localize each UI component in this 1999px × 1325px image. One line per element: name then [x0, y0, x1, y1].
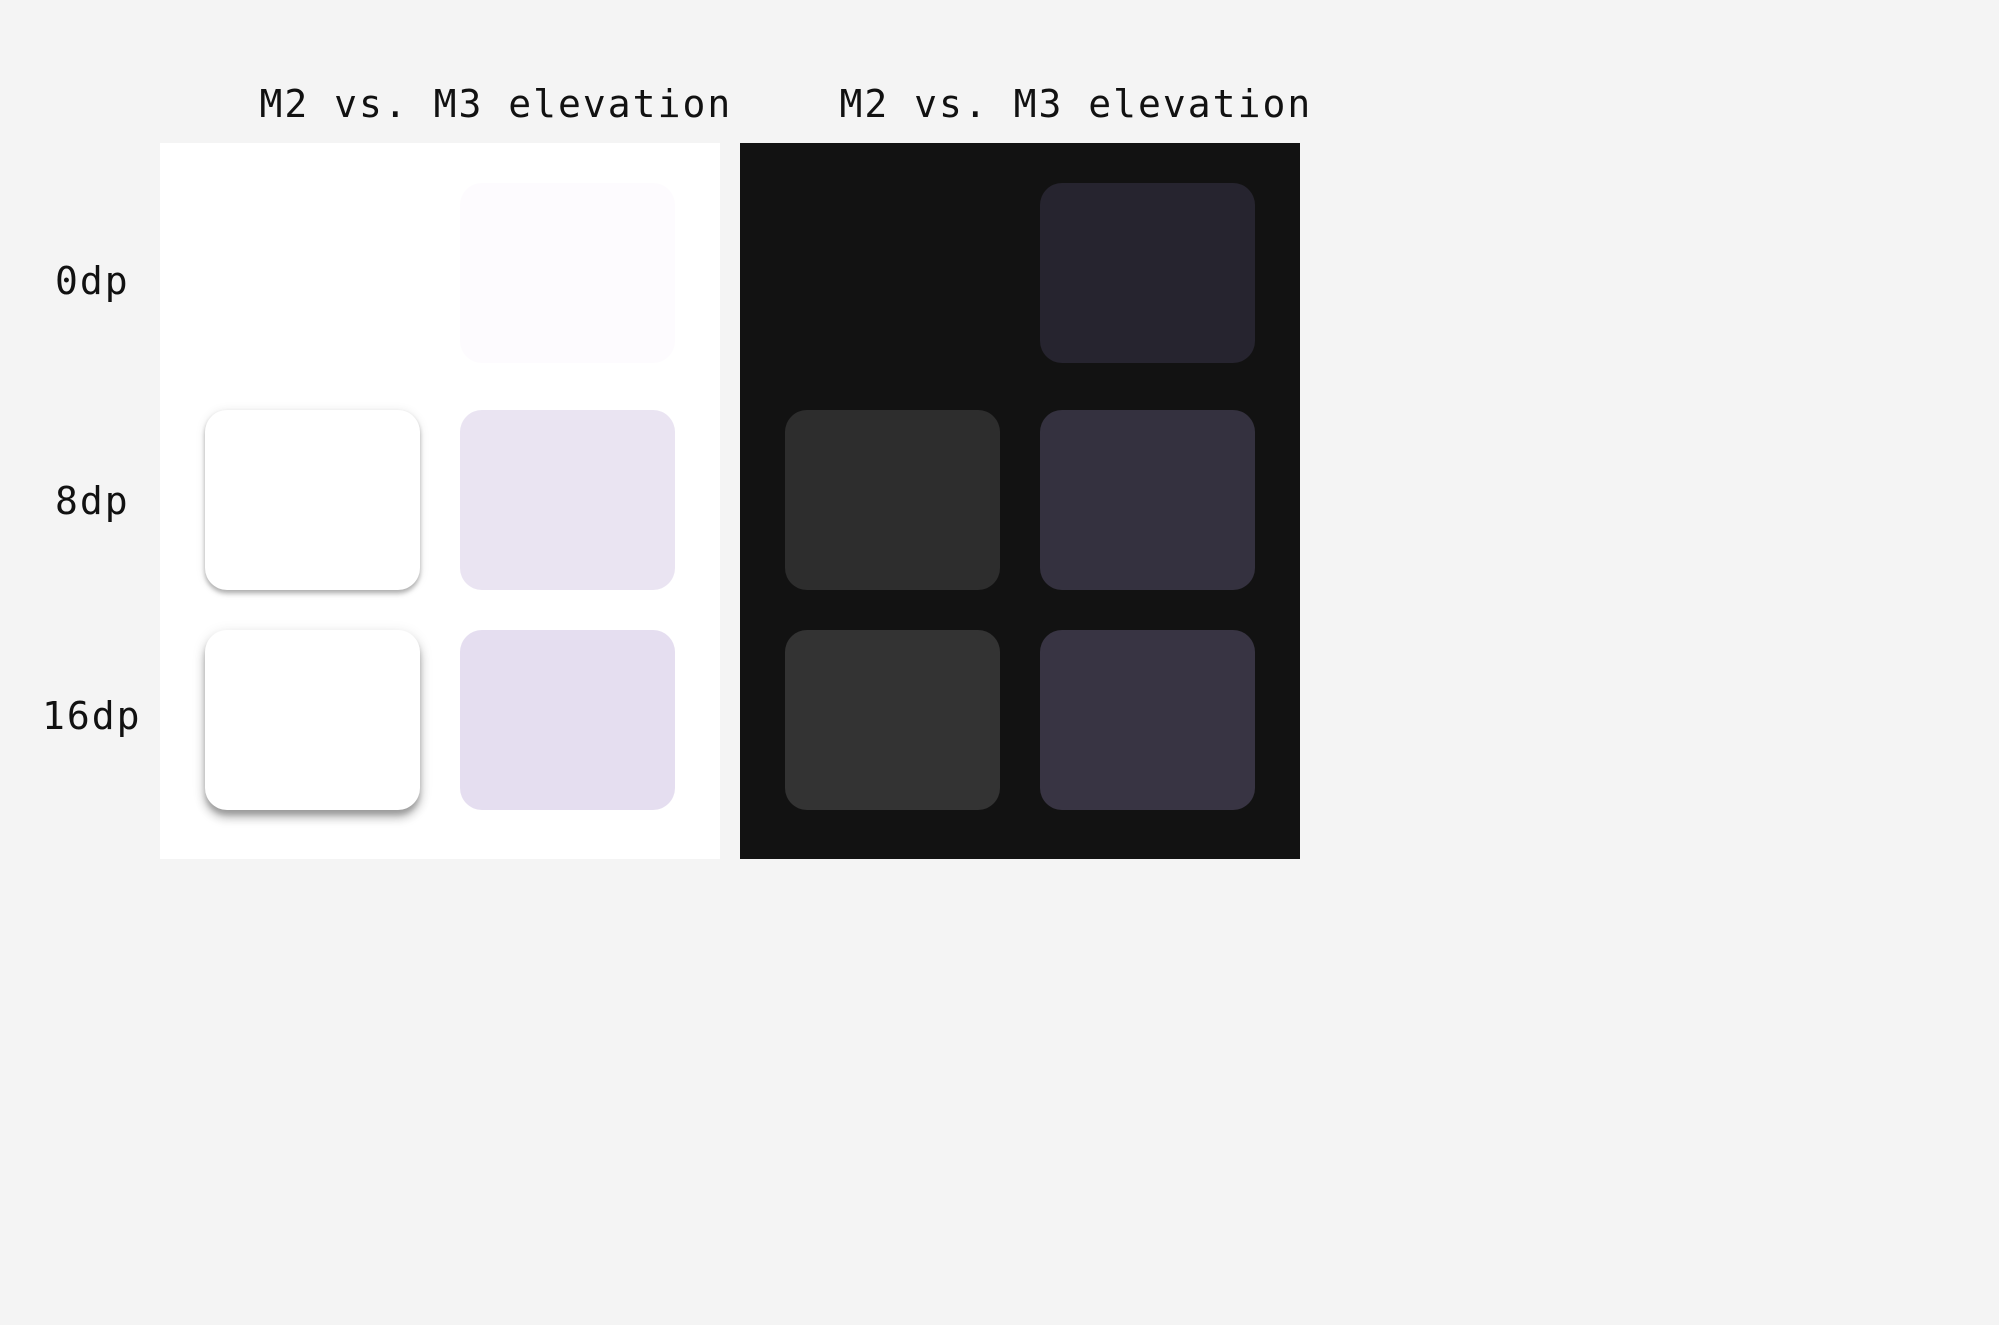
- panel-light: [160, 143, 720, 859]
- panel-dark: [740, 143, 1300, 859]
- swatch-dark-m3-8dp: [1040, 410, 1255, 590]
- elevation-comparison-figure: M2 vs. M3 elevation (light theme) M2 vs.…: [0, 0, 1999, 1325]
- swatch-dark-m2-8dp: [785, 410, 1000, 590]
- swatch-light-m2-16dp: [205, 630, 420, 810]
- swatch-dark-m3-0dp: [1040, 183, 1255, 363]
- column-header-light-line1: M2 vs. M3 elevation: [260, 82, 733, 126]
- row-label-8dp: 8dp: [55, 479, 130, 523]
- swatch-dark-m3-16dp: [1040, 630, 1255, 810]
- row-label-0dp: 0dp: [55, 259, 130, 303]
- swatch-dark-m2-16dp: [785, 630, 1000, 810]
- swatch-light-m2-8dp: [205, 410, 420, 590]
- swatch-light-m3-0dp: [460, 183, 675, 363]
- swatch-light-m3-16dp: [460, 630, 675, 810]
- row-label-16dp: 16dp: [42, 694, 142, 738]
- swatch-light-m3-8dp: [460, 410, 675, 590]
- column-header-dark-line1: M2 vs. M3 elevation: [840, 82, 1313, 126]
